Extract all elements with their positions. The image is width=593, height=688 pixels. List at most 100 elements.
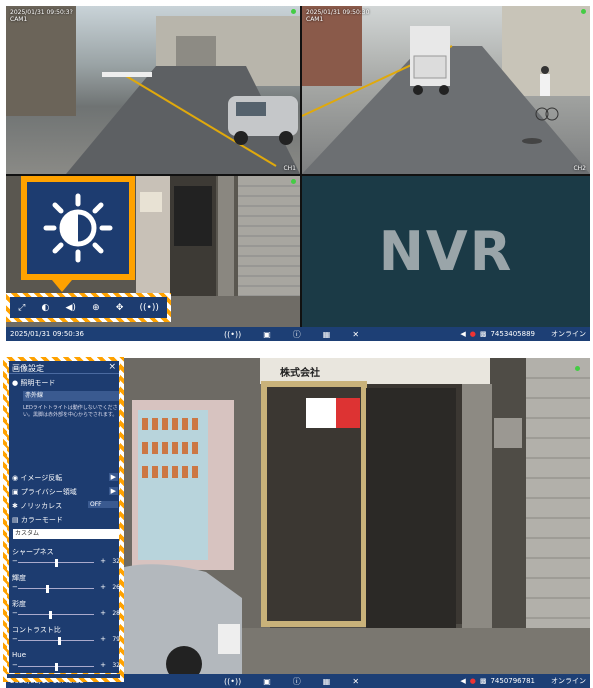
taskbar-bottom-status: オンライン xyxy=(551,677,586,685)
minus-icon[interactable]: − xyxy=(12,583,18,591)
bulb-icon: ● xyxy=(12,379,19,387)
color-mode-icon: ▤ xyxy=(12,516,19,524)
taskbar: 2025/01/31 09:50:36 ((•)) ▣ ⓘ ▦ ✕ ◀ ● ▩ … xyxy=(6,327,590,341)
plus-icon[interactable]: + xyxy=(100,557,106,565)
lighting-mode-select[interactable]: 赤外線 xyxy=(23,391,119,401)
flip-icon: ◉ xyxy=(12,474,19,482)
nvr-logo: NVR xyxy=(378,220,514,283)
playback-icon[interactable]: ▣ xyxy=(263,677,271,686)
camera-2-channel: CH2 xyxy=(573,165,586,172)
plus-icon[interactable]: + xyxy=(100,609,106,617)
info-icon[interactable]: ⓘ xyxy=(293,329,301,340)
slider-knob[interactable] xyxy=(58,637,62,645)
network-icon: ● xyxy=(469,677,476,685)
brightness-callout-tile xyxy=(27,182,129,274)
live-toolbar: ⤢ ◐ ◀) ⊕ ✥ ((•)) xyxy=(6,293,171,322)
plus-icon[interactable]: + xyxy=(100,583,106,591)
slider-value: 79 xyxy=(112,636,120,643)
nvr-single-view: 株式会社 画像設定 × ● 照明モード 赤外線 LEDライトトライトは動作しない… xyxy=(6,358,590,688)
broadcast-icon[interactable]: ((•)) xyxy=(224,677,241,686)
grid-icon[interactable]: ▦ xyxy=(323,330,331,339)
taskbar-bottom-serial: 7450796781 xyxy=(490,677,535,685)
qr-icon[interactable]: ▩ xyxy=(480,330,487,338)
plus-icon[interactable]: + xyxy=(100,635,106,643)
slider-value: 28 xyxy=(112,610,120,617)
privacy-expand-icon[interactable]: ▶ xyxy=(108,487,118,495)
camera-3-status-dot xyxy=(291,179,296,184)
slider-value: 32 xyxy=(112,662,120,669)
nvr-live-view: 2025/01/31 09:50:3? CAM1 CH1 2025/01/31 … xyxy=(6,6,590,341)
camera-1-status-dot xyxy=(291,9,296,14)
callout-pointer xyxy=(52,280,72,292)
volume-status-icon: ◀ xyxy=(460,677,466,685)
privacy-area-row[interactable]: ▣ プライバシー領域 ▶ xyxy=(12,487,118,497)
slider-label: 彩度 xyxy=(12,600,26,608)
brightness-callout xyxy=(21,176,135,280)
slider-label: 輝度 xyxy=(12,574,26,582)
minus-icon[interactable]: − xyxy=(12,635,18,643)
color-mode-label: ▤ カラーモード xyxy=(12,516,63,524)
camera-2-scene xyxy=(302,6,590,174)
slider-label: シャープネス xyxy=(12,548,54,556)
taskbar-serial: 7453405889 xyxy=(490,330,535,338)
slider-control[interactable]: − +79 xyxy=(12,635,120,645)
slider-value: 32 xyxy=(112,558,120,565)
image-settings-icon xyxy=(43,193,113,263)
camera-fullscreen-status-dot xyxy=(575,366,580,371)
flicker-row: ✱ ノリッカレス OFF xyxy=(12,501,118,511)
privacy-icon: ▣ xyxy=(12,488,19,496)
slider-knob[interactable] xyxy=(45,585,49,593)
minus-icon[interactable]: − xyxy=(12,557,18,565)
camera-2-timestamp: 2025/01/31 09:50:30 xyxy=(306,9,370,16)
camera-2-status-dot xyxy=(581,9,586,14)
panel-title-divider xyxy=(9,373,119,374)
playback-icon[interactable]: ▣ xyxy=(263,330,271,339)
plus-icon[interactable]: + xyxy=(100,661,106,669)
taskbar-status: オンライン xyxy=(551,330,586,338)
network-icon: ● xyxy=(469,330,476,338)
grid-icon[interactable]: ▦ xyxy=(323,677,331,686)
slider-control[interactable]: − +26 xyxy=(12,583,120,593)
slider-knob[interactable] xyxy=(54,663,58,671)
camera-1-name: CAM1 xyxy=(10,16,28,23)
info-icon[interactable]: ⓘ xyxy=(293,676,301,687)
camera-1-scene xyxy=(6,6,300,174)
nvr-logo-tile: NVR xyxy=(302,176,590,327)
slider-knob[interactable] xyxy=(54,559,58,567)
slider-label: コントラスト比 xyxy=(12,626,61,634)
camera-2-name: CAM1 xyxy=(306,16,324,23)
zoom-icon[interactable]: ⊕ xyxy=(92,303,100,313)
ptz-icon[interactable]: ✥ xyxy=(116,303,124,313)
qr-icon[interactable]: ▩ xyxy=(480,677,487,685)
slider-knob[interactable] xyxy=(48,611,52,619)
volume-icon[interactable]: ◀) xyxy=(65,303,75,313)
minus-icon[interactable]: − xyxy=(12,661,18,669)
shop-sign: 株式会社 xyxy=(280,368,320,379)
slider-control[interactable]: − +32 xyxy=(12,557,120,567)
lighting-mode-description: LEDライトトライトは動作しないでください。黒脚は赤外部を中心からでされます。 xyxy=(23,405,118,418)
image-flip-row[interactable]: ◉ イメージ反転 ▶ xyxy=(12,473,118,483)
panel-close-button[interactable]: × xyxy=(108,362,116,372)
tools-icon[interactable]: ✕ xyxy=(352,677,359,686)
camera-view-1[interactable]: 2025/01/31 09:50:3? CAM1 CH1 xyxy=(6,6,300,174)
color-mode-select[interactable]: カスタム xyxy=(13,529,119,539)
minus-icon[interactable]: − xyxy=(12,609,18,617)
audio-talk-icon[interactable]: ((•)) xyxy=(140,303,159,313)
image-settings-panel: 画像設定 × ● 照明モード 赤外線 LEDライトトライトは動作しないでください… xyxy=(6,358,122,676)
image-settings-button-icon[interactable]: ◐ xyxy=(41,303,49,313)
slider-control[interactable]: − +28 xyxy=(12,609,120,619)
broadcast-icon[interactable]: ((•)) xyxy=(224,330,241,339)
flicker-icon: ✱ xyxy=(12,502,18,510)
slider-control[interactable]: − +32 xyxy=(12,661,120,671)
taskbar-bottom: 2025/02/10 10:43:33 ((•)) ▣ ⓘ ▦ ✕ ◀ ● ▩ … xyxy=(6,674,590,688)
fullscreen-icon[interactable]: ⤢ xyxy=(18,303,25,313)
slider-track[interactable] xyxy=(18,614,94,615)
flicker-select[interactable]: OFF xyxy=(88,501,118,508)
lighting-mode-label: ● 照明モード xyxy=(12,379,56,387)
slider-track[interactable] xyxy=(18,640,94,641)
camera-1-channel: CH1 xyxy=(283,165,296,172)
camera-view-2[interactable]: 2025/01/31 09:50:30 CAM1 CH2 xyxy=(302,6,590,174)
tools-icon[interactable]: ✕ xyxy=(352,330,359,339)
flip-expand-icon[interactable]: ▶ xyxy=(108,473,118,481)
slider-track[interactable] xyxy=(18,588,94,589)
